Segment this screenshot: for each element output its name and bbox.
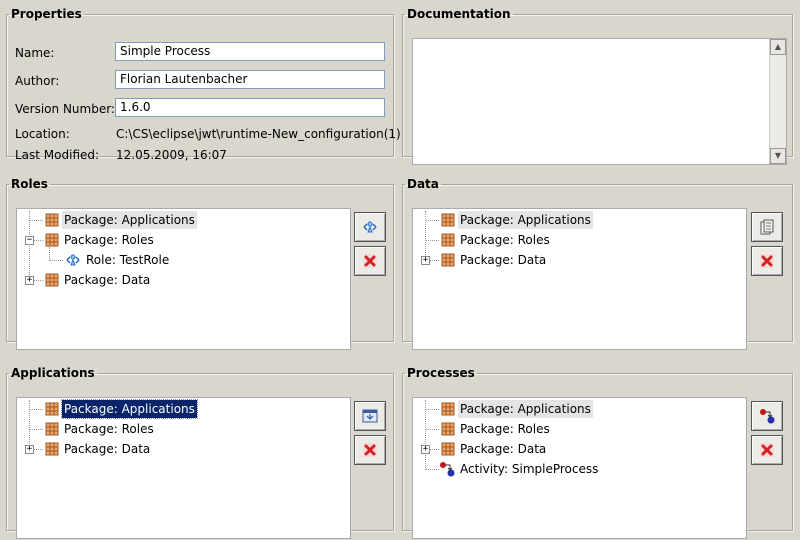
properties-group: Properties Name: Simple Process Author: … [6,7,401,162]
documentation-group: Documentation ▲ ▼ [402,7,793,165]
tree-item[interactable]: Package: Roles [45,420,156,438]
author-label: Author: [15,74,60,88]
processes-tree[interactable]: + Package: Applications Package: Roles P… [412,397,747,539]
tree-item[interactable]: Package: Roles [441,420,552,438]
tree-item-label: Package: Data [64,442,151,456]
data-group: Data + Package: Applications Package: Ro… [402,177,793,350]
add-data-button[interactable] [751,212,783,242]
processes-group: Processes + Package: Applications Packag… [402,366,793,539]
package-icon [45,233,59,247]
author-field[interactable]: Florian Lautenbacher [115,70,385,89]
version-field[interactable]: 1.6.0 [115,98,385,117]
name-label: Name: [15,46,55,60]
roles-group: Roles − + Package: Applications Package:… [6,177,394,350]
delete-role-button[interactable] [354,246,386,276]
roles-title: Roles [11,177,48,191]
scroll-up-arrow-icon[interactable]: ▲ [770,39,786,55]
package-icon [441,213,455,227]
applications-title: Applications [11,366,95,380]
add-application-button[interactable] [354,401,386,431]
tree-item-label: Activity: SimpleProcess [460,462,599,476]
last-modified-value: 12.05.2009, 16:07 [116,148,227,162]
tree-item[interactable]: Package: Data [45,271,152,289]
tree-item-label: Package: Roles [460,233,550,247]
package-icon [45,442,59,456]
delete-x-icon [759,253,775,269]
data-title: Data [407,177,439,191]
data-tree[interactable]: + Package: Applications Package: Roles P… [412,208,747,350]
tree-item[interactable]: Package: Data [45,440,152,458]
package-icon [441,402,455,416]
name-field[interactable]: Simple Process [115,42,385,61]
package-icon [441,422,455,436]
tree-item[interactable]: Package: Roles [441,231,552,249]
applications-group: Applications + Package: Applications Pac… [6,366,394,539]
scroll-down-arrow-icon[interactable]: ▼ [770,148,786,164]
last-modified-label: Last Modified: [15,148,100,162]
applications-tree[interactable]: + Package: Applications Package: Roles P… [16,397,351,539]
documentation-scrollbar[interactable]: ▲ ▼ [769,39,786,164]
tree-item-label: Package: Data [460,253,547,267]
roles-tree[interactable]: − + Package: Applications Package: Roles… [16,208,351,350]
delete-process-button[interactable] [751,435,783,465]
package-icon [441,442,455,456]
tree-item[interactable]: Package: Roles [45,231,156,249]
add-role-button[interactable] [354,212,386,242]
role-icon [66,254,80,266]
processes-title: Processes [407,366,475,380]
package-icon [45,402,59,416]
properties-title: Properties [11,7,82,21]
package-icon [45,273,59,287]
role-add-icon [363,221,377,233]
delete-x-icon [362,442,378,458]
tree-item-label: Package: Data [64,273,151,287]
location-value: C:\CS\eclipse\jwt\runtime-New_configurat… [116,127,401,141]
tree-item[interactable]: Package: Applications [441,400,593,418]
version-label: Version Number: [15,102,115,116]
delete-x-icon [362,253,378,269]
application-add-icon [362,409,378,423]
tree-item[interactable]: Activity: SimpleProcess [439,460,600,478]
tree-item-label: Package: Applications [61,399,198,419]
delete-data-button[interactable] [751,246,783,276]
tree-item[interactable]: Package: Applications [45,399,198,419]
process-add-icon [759,408,775,424]
delete-x-icon [759,442,775,458]
roles-expand-toggle-icon[interactable]: + [25,276,34,285]
activity-icon [439,461,455,477]
add-process-button[interactable] [751,401,783,431]
applications-expand-toggle-icon[interactable]: + [25,445,34,454]
processes-expand-toggle-icon[interactable]: + [421,445,430,454]
tree-item[interactable]: Package: Data [441,440,548,458]
tree-item-label: Package: Roles [64,422,154,436]
tree-item[interactable]: Package: Applications [45,211,197,229]
tree-item[interactable]: Role: TestRole [65,251,171,269]
tree-item-label: Role: TestRole [86,253,170,267]
roles-collapse-toggle-icon[interactable]: − [25,236,34,245]
tree-item-label: Package: Roles [460,422,550,436]
documentation-textarea[interactable]: ▲ ▼ [412,38,787,165]
tree-item-label: Package: Applications [458,400,593,418]
package-icon [441,233,455,247]
tree-item[interactable]: Package: Data [441,251,548,269]
tree-item-label: Package: Applications [458,211,593,229]
tree-item-label: Package: Applications [62,211,197,229]
package-icon [45,213,59,227]
package-icon [441,253,455,267]
data-add-icon [760,219,774,235]
package-icon [45,422,59,436]
tree-item-label: Package: Roles [64,233,154,247]
location-label: Location: [15,127,70,141]
data-expand-toggle-icon[interactable]: + [421,256,430,265]
delete-application-button[interactable] [354,435,386,465]
documentation-title: Documentation [407,7,511,21]
tree-item[interactable]: Package: Applications [441,211,593,229]
tree-item-label: Package: Data [460,442,547,456]
